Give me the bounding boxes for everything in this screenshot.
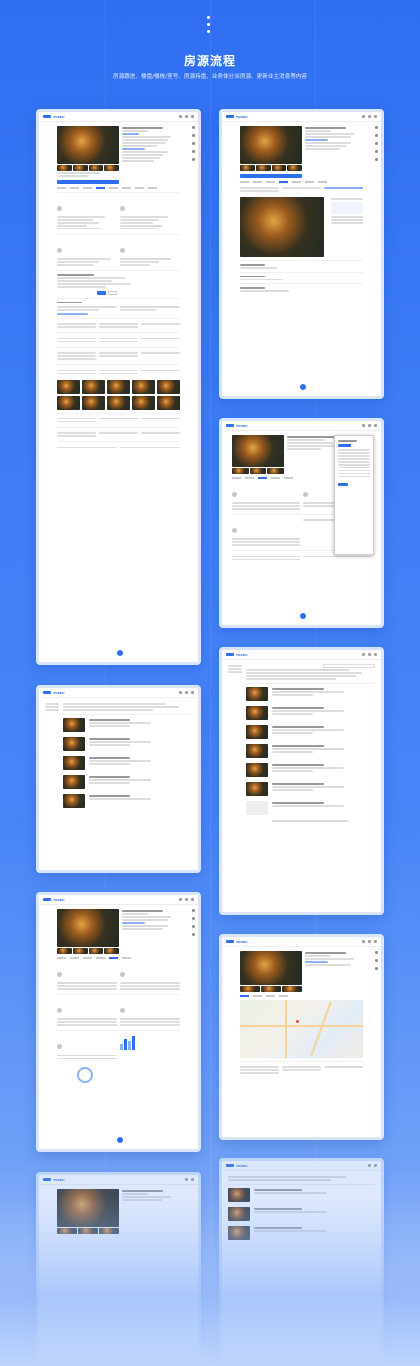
photo-gallery[interactable] xyxy=(57,379,180,410)
screen-house-detail-follow: TOPKU xyxy=(36,109,201,665)
screen-house-follow-stats: TOPKU xyxy=(36,892,201,1152)
follow-button[interactable] xyxy=(57,179,119,184)
floating-action-icon[interactable] xyxy=(117,650,123,656)
screen-house-list-filter: TOPKU xyxy=(219,647,384,915)
mini-bar-chart xyxy=(120,1034,180,1051)
bottom-fade xyxy=(0,1196,420,1366)
assign-popup[interactable] xyxy=(334,435,374,555)
house-photo[interactable] xyxy=(57,126,119,164)
progress-ring xyxy=(77,1066,93,1083)
page-title: 房源流程 xyxy=(183,54,236,68)
user-avatar-icon xyxy=(57,205,62,211)
location-map[interactable] xyxy=(240,999,363,1058)
screen-house-photos: TOPKU xyxy=(219,109,384,399)
map-pin-icon[interactable] xyxy=(296,1019,299,1023)
screen-house-assign-popup: TOPKU xyxy=(219,418,384,628)
detail-tabs[interactable] xyxy=(57,186,180,189)
screen-house-list: TOPKU xyxy=(36,685,201,873)
app-topbar: TOPKU xyxy=(39,112,198,122)
app-logo-text: TOPKU xyxy=(53,114,65,119)
large-photo-preview[interactable] xyxy=(240,196,324,257)
screen-house-map: TOPKU xyxy=(219,934,384,1140)
side-toolbar[interactable] xyxy=(192,126,195,161)
app-logo xyxy=(43,115,51,118)
page-subtitle: 房源跟进、楼盘/楼栋/室号、房源持盘、业务体分派房源、更新业主消息等内容 xyxy=(113,74,307,80)
more-vertical-icon xyxy=(207,16,210,37)
